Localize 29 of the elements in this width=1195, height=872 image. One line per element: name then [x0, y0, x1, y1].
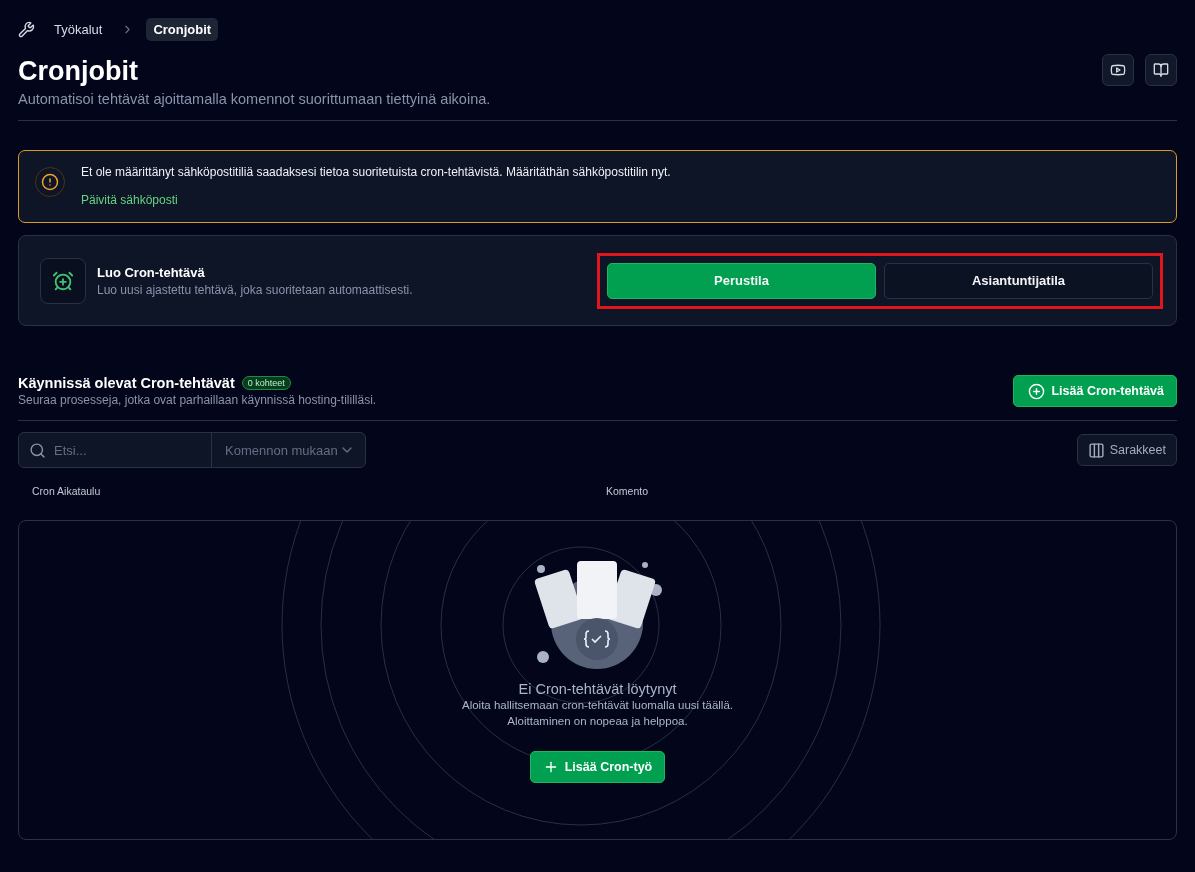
- breadcrumb-item[interactable]: Työkalut: [47, 17, 110, 41]
- columns-button[interactable]: Sarakkeet: [1076, 434, 1177, 466]
- column-header: Komento: [606, 485, 650, 499]
- mode-button[interactable]: Asiantuntijatila: [884, 262, 1153, 299]
- search-field[interactable]: Etsi...: [52, 441, 182, 459]
- columns-icon: [1087, 441, 1105, 459]
- empty-title: Ei Cron-tehtävät löytynyt: [518, 681, 677, 697]
- docs-button[interactable]: [1145, 54, 1177, 86]
- page-title: Cronjobit: [18, 56, 139, 87]
- card-description: Luo uusi ajastettu tehtävä, joka suoritetaan automaattisesti.: [97, 282, 413, 297]
- count-badge: 0 kohteet: [241, 376, 291, 390]
- book-icon: [1153, 62, 1169, 78]
- page-subtitle: Automatisoi tehtävät ajoittamalla komennot suorittumaan tiettyinä aikoina.: [18, 91, 491, 107]
- section-subtitle: Seuraa prosesseja, jotka ovat parhaillaan käynnissä hosting-tililläsi.: [18, 393, 377, 407]
- clock-plus-icon: [40, 257, 86, 304]
- search-icon: [29, 441, 46, 459]
- empty-description: Aloita hallitsemaan cron-tehtävät luomalla uusi täällä.: [461, 698, 733, 713]
- update-email-link[interactable]: Päivitä sähköposti: [81, 193, 178, 207]
- empty-description: Aloittaminen on nopeaa ja helppoa.: [507, 714, 688, 729]
- video-button[interactable]: [1102, 54, 1134, 86]
- section-title: Käynnissä olevat Cron-tehtävät: [18, 375, 235, 391]
- tools-icon: [18, 20, 35, 38]
- warning-message: Et ole määrittänyt sähköpostitiliä saadaksesi tietoa suoritetuista cron-tehtävistä. Määritäthän sähköpostitilin nyt.: [81, 165, 671, 179]
- card-title: Luo Cron-tehtävä: [97, 264, 206, 280]
- breadcrumb-item[interactable]: Cronjobit: [146, 17, 219, 41]
- video-icon: [1110, 62, 1126, 78]
- filter-dropdown[interactable]: Komennon mukaan: [212, 433, 365, 467]
- column-header: Cron Aikataulu: [32, 485, 102, 499]
- plus-circle-icon: [1028, 382, 1046, 400]
